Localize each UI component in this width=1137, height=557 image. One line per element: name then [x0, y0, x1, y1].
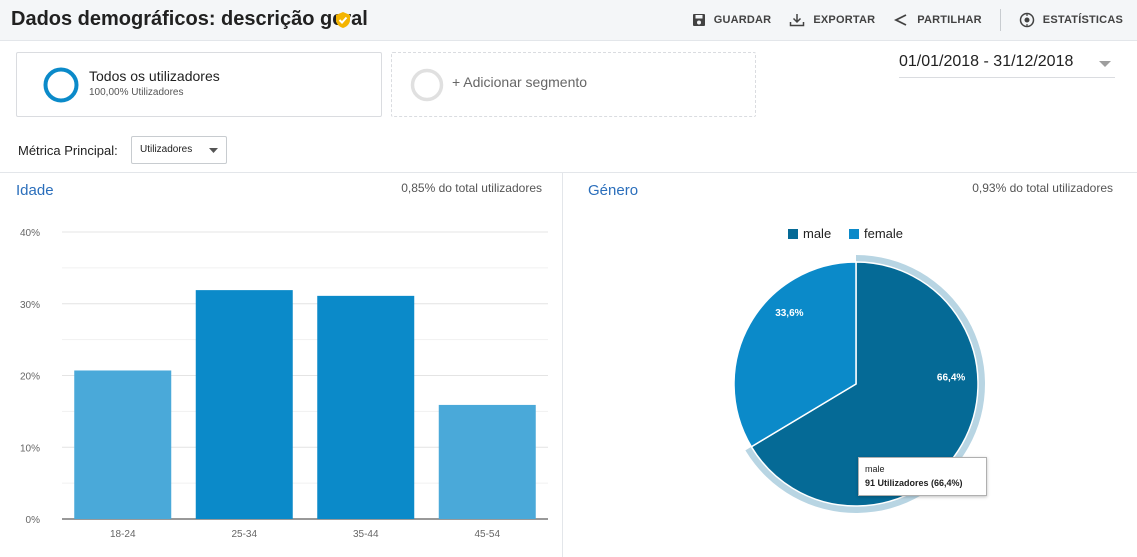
export-label: EXPORTAR — [813, 14, 876, 26]
slice-label-male: 66,4% — [937, 373, 965, 384]
add-segment-button[interactable]: + Adicionar segmento — [391, 52, 756, 117]
segment-title: Todos os utilizadores — [89, 68, 220, 84]
gender-pie-chart: male female 66,4% 33,6% — [733, 226, 985, 513]
export-button[interactable]: EXPORTAR — [789, 13, 875, 27]
save-label: GUARDAR — [713, 14, 772, 26]
legend-swatch-female[interactable] — [849, 229, 859, 239]
add-segment-label: + Adicionar segmento — [452, 74, 588, 90]
report-toolbar: GUARDAR EXPORTAR PARTILHAR ESTATÍSTICAS — [674, 0, 1123, 40]
x-tick-label: 35-44 — [353, 529, 379, 540]
y-tick-label: 30% — [20, 300, 40, 311]
tooltip-value: 91 Utilizadores (66,4%) — [865, 478, 963, 488]
y-tick-label: 0% — [26, 515, 41, 526]
y-tick-label: 10% — [20, 443, 40, 454]
legend-swatch-male[interactable] — [788, 229, 798, 239]
chevron-down-icon — [1099, 61, 1111, 67]
x-tick-label: 25-34 — [231, 529, 257, 540]
bar-45-54[interactable] — [438, 404, 536, 519]
date-range-picker[interactable]: 01/01/2018 - 31/12/2018 — [899, 53, 1115, 78]
date-range-value: 01/01/2018 - 31/12/2018 — [899, 53, 1074, 70]
y-tick-label: 20% — [20, 372, 40, 383]
age-bar-chart: 0% 10% 20% 30% 40% 18-24 25-34 35-44 45-54 — [20, 228, 548, 540]
share-label: PARTILHAR — [917, 14, 982, 26]
save-button[interactable]: GUARDAR — [692, 13, 772, 27]
x-tick-label: 18-24 — [110, 529, 136, 540]
metric-dropdown[interactable]: Utilizadores — [131, 136, 227, 164]
segment-ring-icon — [43, 67, 79, 103]
verified-badge-icon — [336, 12, 350, 28]
age-panel-note: 0,85% do total utilizadores — [401, 181, 542, 195]
chevron-down-icon — [209, 148, 218, 153]
age-panel-title[interactable]: Idade — [16, 182, 54, 199]
bar-25-34[interactable] — [195, 290, 293, 519]
tooltip-label: male — [865, 464, 885, 474]
toolbar-divider — [999, 9, 1001, 31]
legend-label-male[interactable]: male — [803, 226, 831, 241]
bar-35-44[interactable] — [317, 295, 415, 519]
bar-18-24[interactable] — [74, 370, 172, 519]
share-icon — [894, 14, 907, 26]
insights-button[interactable]: ESTATÍSTICAS — [1019, 12, 1123, 28]
report-header: Dados demográficos: descrição geral GUAR… — [0, 0, 1137, 41]
empty-segment-ring-icon — [410, 68, 444, 102]
save-icon — [692, 14, 705, 26]
export-icon — [790, 14, 805, 27]
metric-label: Métrica Principal: — [18, 143, 118, 158]
legend-label-female[interactable]: female — [864, 226, 903, 241]
gender-panel-title[interactable]: Género — [588, 182, 638, 199]
chart-tooltip: male 91 Utilizadores (66,4%) — [858, 457, 987, 496]
slice-label-female: 33,6% — [775, 308, 803, 319]
gender-panel-note: 0,93% do total utilizadores — [972, 181, 1113, 195]
metric-selected-value: Utilizadores — [140, 144, 193, 155]
section-divider — [0, 172, 1137, 173]
insights-icon — [1019, 12, 1035, 28]
page-title: Dados demográficos: descrição geral — [11, 8, 368, 30]
x-tick-label: 45-54 — [474, 529, 500, 540]
insights-label: ESTATÍSTICAS — [1042, 14, 1123, 26]
segment-all-users[interactable]: Todos os utilizadores 100,00% Utilizador… — [16, 52, 382, 117]
share-button[interactable]: PARTILHAR — [893, 13, 982, 27]
segment-subtitle: 100,00% Utilizadores — [89, 87, 184, 98]
y-tick-label: 40% — [20, 228, 40, 239]
